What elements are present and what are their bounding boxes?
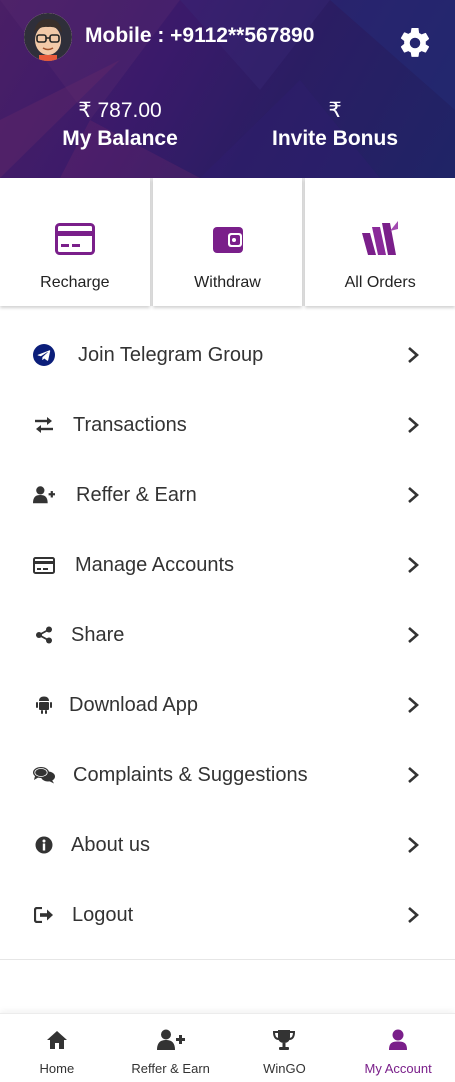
menu-label-share: Share (71, 623, 125, 646)
nav-label-my-account: My Account (364, 1061, 432, 1076)
avatar[interactable] (24, 13, 72, 61)
menu-item-transactions[interactable]: Transactions (0, 390, 455, 460)
chevron-right-icon (406, 555, 420, 575)
nav-label-home: Home (39, 1061, 75, 1076)
nav-label-wingo: WinGO (263, 1061, 306, 1076)
balance-amount: ₹ 787.00 (78, 99, 162, 122)
menu-item-download-app[interactable]: Download App (0, 670, 455, 740)
gear-icon[interactable] (397, 25, 433, 61)
invite-bonus-amount: ₹ (328, 99, 342, 122)
info-icon (33, 834, 55, 856)
credit-card-icon (33, 554, 55, 576)
user-plus-icon (33, 484, 55, 506)
menu-label-reffer-earn: Reffer & Earn (76, 483, 197, 506)
menu-label-manage-accounts: Manage Accounts (75, 553, 234, 576)
card-icon (54, 222, 95, 260)
menu-item-logout[interactable]: Logout (0, 880, 455, 950)
nav-item-wingo[interactable]: WinGO (228, 1014, 342, 1082)
bottom-navigation: Home Reffer & Earn WinGO My Account (0, 1013, 455, 1082)
chevron-right-icon (406, 485, 420, 505)
trophy-icon (273, 1028, 296, 1052)
chevron-right-icon (406, 415, 420, 435)
menu-item-manage-accounts[interactable]: Manage Accounts (0, 530, 455, 600)
chevron-right-icon (406, 625, 420, 645)
account-header: Mobile : +9112**567890 ₹ 787.00 My Balan… (0, 0, 455, 178)
chevron-right-icon (406, 345, 420, 365)
invite-bonus-label: Invite Bonus (271, 127, 398, 150)
telegram-icon (33, 344, 55, 366)
menu-label-telegram: Join Telegram Group (78, 343, 264, 366)
balance-block: ₹ 787.00 My Balance (40, 98, 200, 151)
chevron-right-icon (406, 835, 420, 855)
nav-label-reffer-earn: Reffer & Earn (131, 1061, 210, 1076)
menu-label-complaints: Complaints & Suggestions (73, 763, 308, 786)
user-icon (389, 1028, 408, 1052)
share-icon (33, 624, 55, 646)
sign-out-icon (33, 904, 55, 926)
orders-icon (360, 220, 400, 262)
all-orders-label: All Orders (344, 274, 416, 291)
quick-actions: Recharge Withdraw All Orders (0, 178, 455, 306)
recharge-button[interactable]: Recharge (0, 178, 150, 306)
nav-item-reffer-earn[interactable]: Reffer & Earn (114, 1014, 228, 1082)
account-menu: Join Telegram Group Transactions Reffer … (0, 320, 455, 950)
invite-bonus-block: ₹ Invite Bonus (255, 98, 415, 151)
menu-item-share[interactable]: Share (0, 600, 455, 670)
chevron-right-icon (406, 905, 420, 925)
menu-label-transactions: Transactions (73, 413, 187, 436)
android-icon (33, 694, 55, 716)
menu-label-download-app: Download App (69, 693, 198, 716)
mobile-number: Mobile : +9112**567890 (85, 24, 315, 47)
menu-item-about-us[interactable]: About us (0, 810, 455, 880)
comments-icon (33, 764, 55, 786)
home-icon (46, 1028, 68, 1052)
balance-label: My Balance (62, 127, 178, 150)
nav-item-my-account[interactable]: My Account (341, 1014, 455, 1082)
user-plus-icon (156, 1028, 185, 1052)
chevron-right-icon (406, 695, 420, 715)
menu-item-complaints[interactable]: Complaints & Suggestions (0, 740, 455, 810)
withdraw-label: Withdraw (194, 274, 261, 291)
exchange-icon (33, 414, 55, 436)
chevron-right-icon (406, 765, 420, 785)
recharge-label: Recharge (40, 274, 110, 291)
all-orders-button[interactable]: All Orders (305, 178, 455, 306)
menu-item-telegram[interactable]: Join Telegram Group (0, 320, 455, 390)
menu-label-about-us: About us (71, 833, 150, 856)
wallet-icon (212, 224, 244, 259)
nav-item-home[interactable]: Home (0, 1014, 114, 1082)
withdraw-button[interactable]: Withdraw (152, 178, 303, 306)
divider (0, 959, 455, 960)
menu-label-logout: Logout (72, 903, 134, 926)
menu-item-reffer-earn[interactable]: Reffer & Earn (0, 460, 455, 530)
